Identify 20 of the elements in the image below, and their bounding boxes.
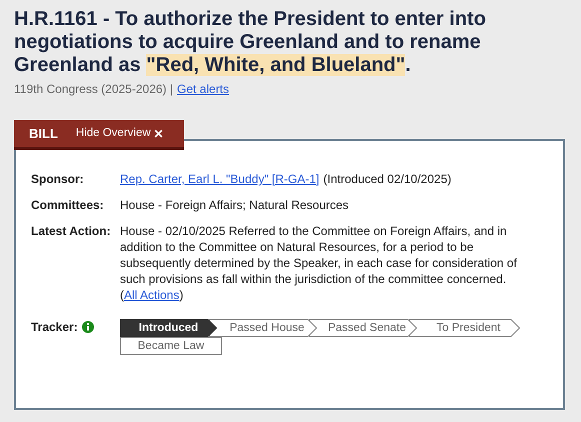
info-icon[interactable] [82, 321, 94, 333]
tracker-step: Passed House [209, 319, 317, 337]
sponsor-link[interactable]: Rep. Carter, Earl L. "Buddy" [R-GA-1] [120, 171, 320, 187]
committees-value: House - Foreign Affairs; Natural Resources [120, 197, 350, 213]
committees-label: Committees: [31, 197, 105, 213]
alerts-link[interactable]: Get alerts [177, 80, 230, 98]
all-actions-link[interactable]: All Actions [124, 288, 180, 302]
bill-tab[interactable]: BILL [14, 124, 70, 144]
tracker-step: Introduced [120, 319, 217, 337]
tracker-step: To President [409, 319, 520, 337]
sponsor-label: Sponsor: [31, 171, 85, 187]
latest-action-label: Latest Action: [31, 223, 112, 240]
introduced-date: (Introduced 02/10/2025) [323, 171, 452, 187]
congress-label: 119th Congress (2025-2026) | [14, 81, 173, 98]
page-title: H.R.1161 - To authorize the President to enter into negotiations to acquire Greenland and to rename Greenland as "Red, White, and Blueland". [14, 8, 487, 77]
tracker-label: Tracker: [31, 319, 78, 335]
tracker-step: Became Law [120, 337, 222, 355]
latest-action-text: House - 02/10/2025 Referred to the Committee on Foreign Affairs, and in addition to the Committee on Natural Resources, for a period to be subsequently determined by the Speaker, in each case for consideration of such provisions as fall within the jurisdiction of the committee concerned. (All Actions) [120, 223, 518, 303]
tracker-step: Passed Senate [309, 319, 417, 337]
hide-overview-button[interactable]: Hide Overview ✕ [70, 124, 170, 142]
